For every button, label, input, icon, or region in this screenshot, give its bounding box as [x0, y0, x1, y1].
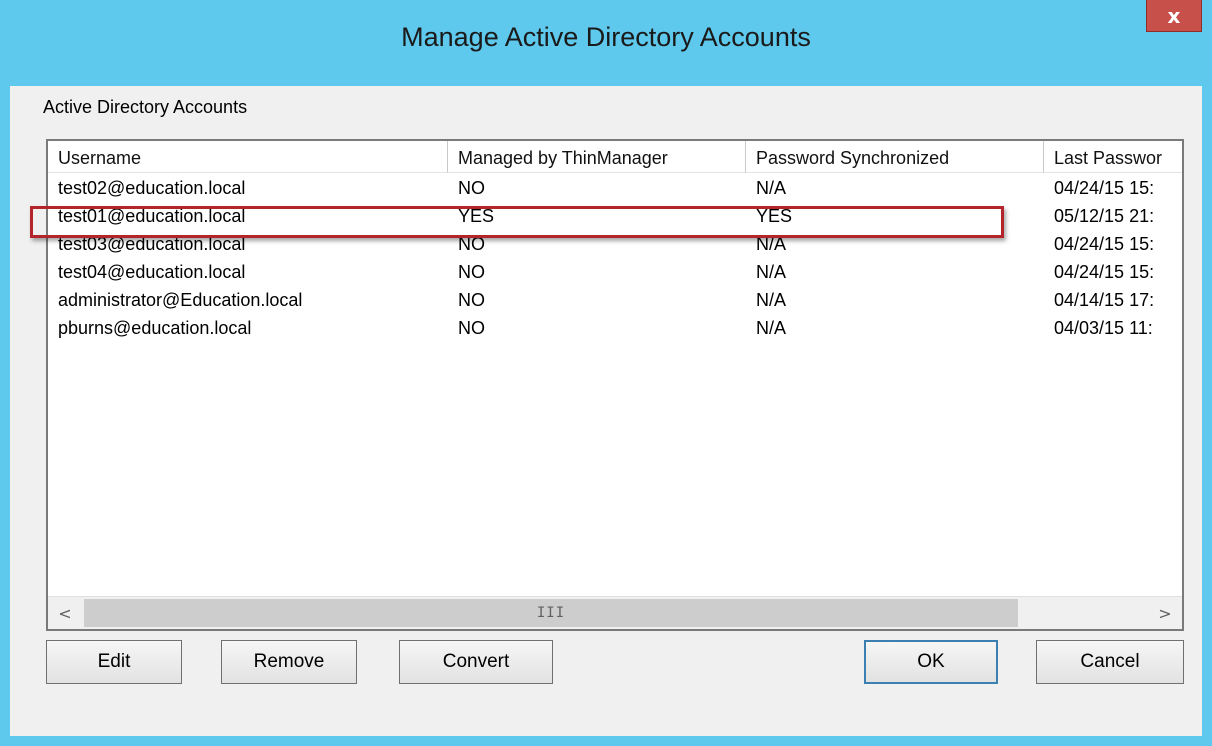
ok-button[interactable]: OK	[864, 640, 998, 684]
table-row[interactable]: administrator@Education.local NO N/A 04/…	[48, 285, 1182, 313]
cell-last-password: 04/24/15 15:	[1054, 234, 1155, 254]
cell-username: administrator@Education.local	[58, 290, 303, 310]
cell-username: test02@education.local	[58, 178, 246, 198]
cell-last-password: 04/24/15 15:	[1054, 178, 1155, 198]
scrollbar-thumb[interactable]: III	[84, 599, 1018, 627]
list-rows: test02@education.local NO N/A 04/24/15 1…	[48, 173, 1182, 341]
cell-last-password: 04/03/15 11:	[1054, 318, 1153, 338]
cell-managed: NO	[458, 290, 485, 310]
table-row[interactable]: pburns@education.local NO N/A 04/03/15 1…	[48, 313, 1182, 341]
table-row[interactable]: test01@education.local YES YES 05/12/15 …	[48, 201, 1182, 229]
column-header-password-sync[interactable]: Password Synchronized	[746, 141, 1044, 173]
list-header: Username Managed by ThinManager Password…	[48, 141, 1182, 173]
grip-icon: III	[536, 605, 566, 621]
dialog-client-area: Active Directory Accounts Username Manag…	[10, 86, 1202, 736]
cell-managed: NO	[458, 262, 485, 282]
cell-last-password: 05/12/15 21:	[1054, 206, 1155, 226]
cell-username: test03@education.local	[58, 234, 246, 254]
convert-button[interactable]: Convert	[399, 640, 553, 684]
cell-password-sync: N/A	[756, 178, 787, 198]
cell-managed: NO	[458, 318, 485, 338]
cell-last-password: 04/14/15 17:	[1054, 290, 1155, 310]
cell-password-sync: N/A	[756, 318, 787, 338]
edit-button[interactable]: Edit	[46, 640, 182, 684]
window-title: Manage Active Directory Accounts	[401, 22, 811, 52]
cell-password-sync: N/A	[756, 290, 787, 310]
close-icon: x	[1167, 3, 1181, 28]
column-header-last-password[interactable]: Last Passwor	[1044, 141, 1182, 173]
chevron-left-icon[interactable]: <	[48, 597, 82, 629]
cell-last-password: 04/24/15 15:	[1054, 262, 1155, 282]
table-row[interactable]: test03@education.local NO N/A 04/24/15 1…	[48, 229, 1182, 257]
cell-managed: NO	[458, 234, 485, 254]
cell-username: test04@education.local	[58, 262, 246, 282]
horizontal-scrollbar[interactable]: < III >	[48, 596, 1182, 629]
dialog-window: Manage Active Directory Accounts x Activ…	[0, 0, 1212, 746]
table-row[interactable]: test02@education.local NO N/A 04/24/15 1…	[48, 173, 1182, 201]
cell-password-sync: N/A	[756, 234, 787, 254]
cancel-button[interactable]: Cancel	[1036, 640, 1184, 684]
title-bar[interactable]: Manage Active Directory Accounts x	[0, 0, 1212, 86]
cell-password-sync: YES	[756, 206, 793, 226]
cell-username: pburns@education.local	[58, 318, 252, 338]
cell-username: test01@education.local	[58, 206, 246, 226]
accounts-list[interactable]: Username Managed by ThinManager Password…	[46, 139, 1184, 631]
cell-managed: YES	[458, 206, 495, 226]
chevron-right-icon[interactable]: >	[1148, 597, 1182, 629]
group-label: Active Directory Accounts	[43, 97, 248, 117]
table-row[interactable]: test04@education.local NO N/A 04/24/15 1…	[48, 257, 1182, 285]
column-header-username[interactable]: Username	[48, 141, 448, 173]
cell-password-sync: N/A	[756, 262, 787, 282]
column-header-managed[interactable]: Managed by ThinManager	[448, 141, 746, 173]
remove-button[interactable]: Remove	[221, 640, 357, 684]
cell-managed: NO	[458, 178, 485, 198]
close-button[interactable]: x	[1146, 0, 1202, 32]
